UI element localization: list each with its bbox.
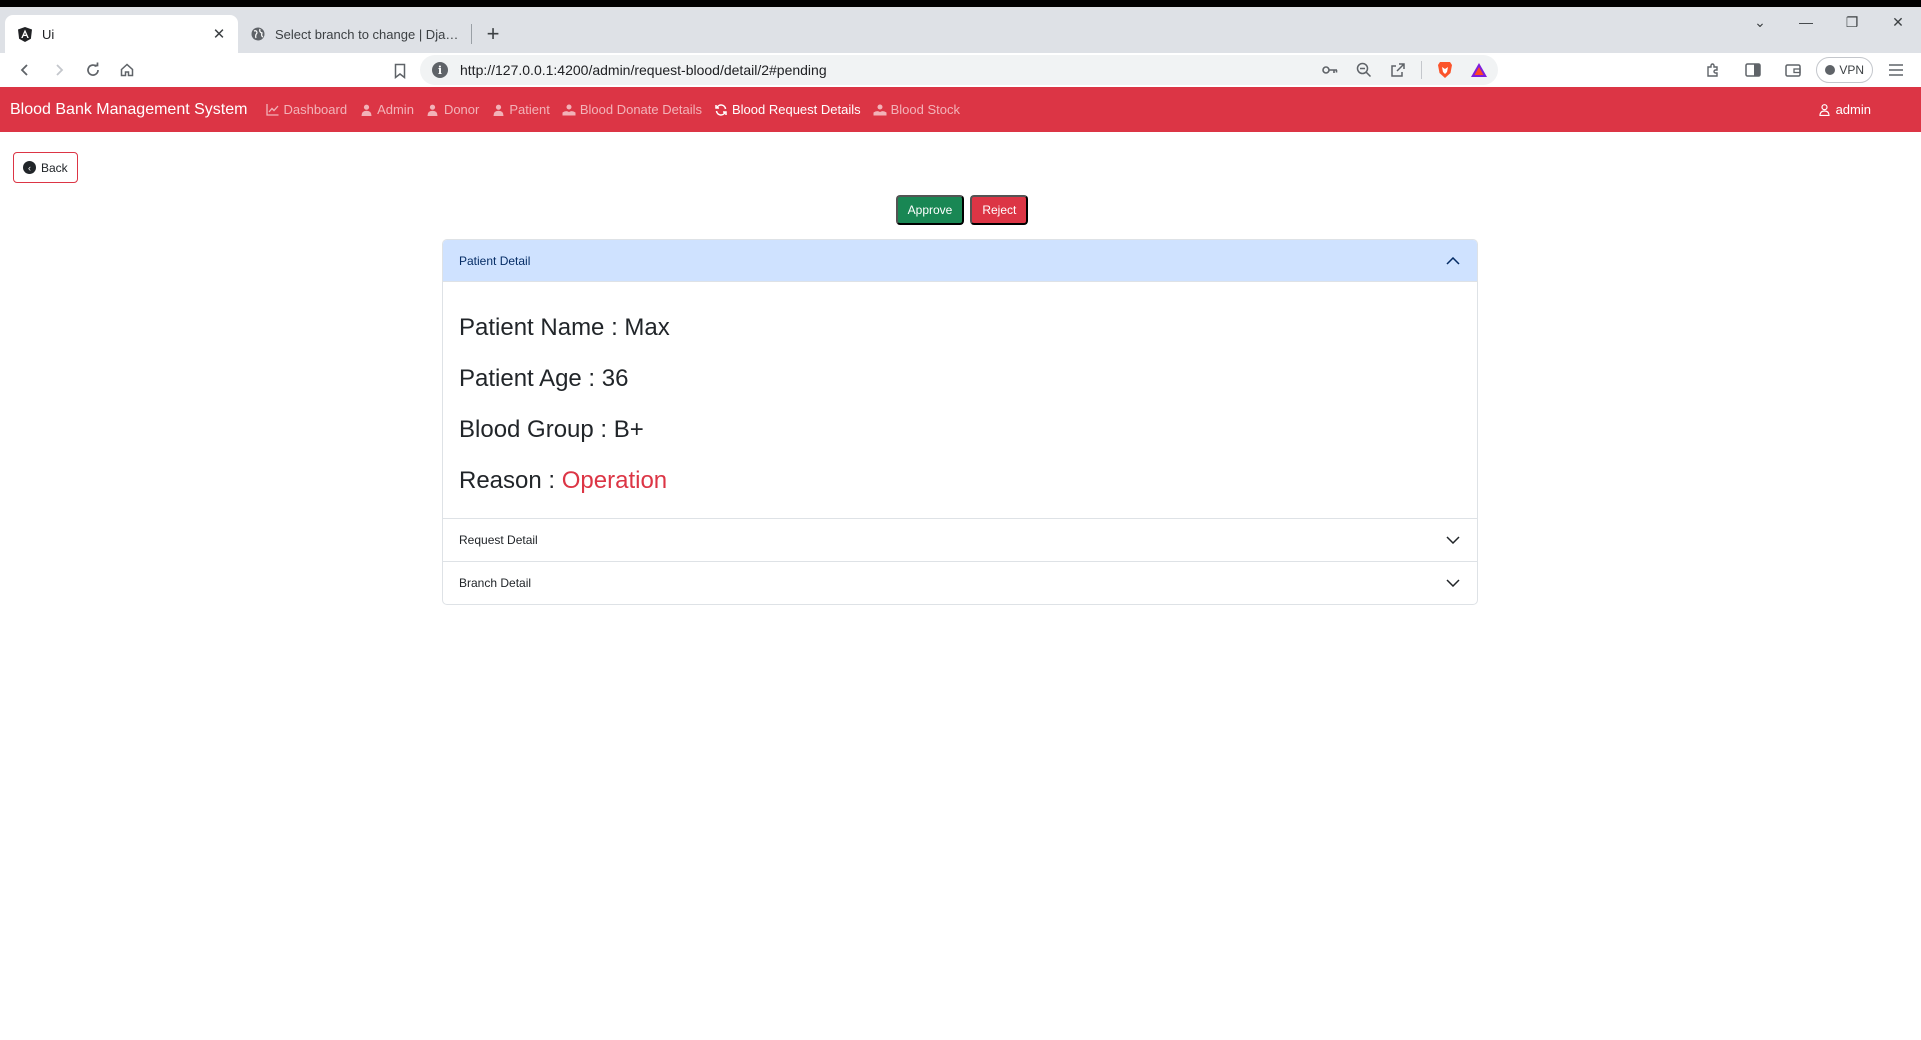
vpn-button[interactable]: VPN [1816, 57, 1873, 83]
extensions-icon[interactable] [1696, 55, 1730, 85]
globe-icon [250, 26, 266, 42]
accordion-item-request: Request Detail [443, 518, 1477, 561]
separator [1421, 61, 1422, 79]
browser-tab[interactable]: Select branch to change | Django site ad… [238, 15, 471, 53]
detail-accordion: Patient Detail Patient Name : Max Patien… [442, 239, 1478, 605]
page-content: ‹ Back Approve Reject Patient Detail Pat… [0, 132, 1921, 1038]
accordion-header-branch[interactable]: Branch Detail [443, 562, 1477, 604]
patient-age-row: Patient Age : 36 [459, 363, 1461, 394]
reason-label: Reason : [459, 467, 562, 494]
chart-line-icon [265, 103, 279, 117]
chevron-up-icon [1445, 253, 1461, 269]
accordion-body-patient: Patient Name : Max Patient Age : 36 Bloo… [443, 282, 1477, 518]
patient-age-value: 36 [601, 365, 629, 392]
nav-link-blood-request-details[interactable]: Blood Request Details [708, 102, 867, 117]
blood-group-value: B+ [613, 416, 644, 443]
tab-divider [471, 24, 472, 44]
nav-link-donor[interactable]: Donor [420, 102, 485, 117]
new-tab-button[interactable]: + [478, 19, 508, 49]
vpn-label: VPN [1839, 63, 1864, 77]
address-bar[interactable]: i http://127.0.0.1:4200/admin/request-bl… [420, 55, 1498, 85]
nav-link-label: Blood Request Details [731, 102, 861, 117]
hand-user-icon [562, 103, 576, 117]
share-icon[interactable] [1387, 59, 1409, 81]
close-window-button[interactable]: ✕ [1875, 7, 1921, 37]
reason-row: Reason : Operation [459, 465, 1461, 496]
user-icon [359, 103, 373, 117]
nav-link-label: Patient [509, 102, 550, 117]
zoom-out-icon[interactable] [1353, 59, 1375, 81]
accordion-header-label: Branch Detail [459, 576, 532, 590]
user-outline-icon [1818, 103, 1832, 117]
minimize-button[interactable]: — [1783, 7, 1829, 37]
tab-search-icon[interactable]: ⌄ [1737, 7, 1783, 37]
approve-button[interactable]: Approve [895, 195, 965, 225]
circle-chevron-left-icon: ‹ [23, 161, 36, 174]
refresh-icon [714, 103, 728, 117]
nav-link-label: Blood Donate Details [579, 102, 702, 117]
nav-link-label: Admin [377, 102, 414, 117]
accordion-header-label: Request Detail [459, 533, 538, 547]
menu-icon[interactable] [1879, 55, 1913, 85]
restore-button[interactable]: ❐ [1829, 7, 1875, 37]
bookmark-icon[interactable] [383, 56, 417, 86]
blood-group-label: Blood Group : [459, 416, 614, 443]
tab-strip: Ui ✕ Select branch to change | Django si… [0, 7, 1921, 53]
forward-arrow-icon[interactable] [42, 55, 76, 85]
site-info-icon[interactable]: i [432, 62, 448, 78]
browser-toolbar: i http://127.0.0.1:4200/admin/request-bl… [0, 53, 1921, 87]
chevron-down-icon [1445, 575, 1461, 591]
nav-link-label: Dashboard [283, 102, 348, 117]
window-controls: ⌄ — ❐ ✕ [1737, 7, 1921, 37]
patient-name-label: Patient Name : [459, 314, 625, 341]
brave-rewards-icon[interactable] [1468, 59, 1490, 81]
accordion-header-request[interactable]: Request Detail [443, 519, 1477, 561]
app-navbar: Blood Bank Management System Dashboard A… [0, 87, 1921, 132]
reason-value: Operation [561, 467, 668, 494]
wallet-icon[interactable] [1776, 55, 1810, 85]
sidebar-icon[interactable] [1736, 55, 1770, 85]
user-icon [426, 103, 440, 117]
key-icon[interactable] [1319, 59, 1341, 81]
accordion-item-patient: Patient Detail Patient Name : Max Patien… [443, 240, 1477, 518]
nav-link-patient[interactable]: Patient [485, 102, 555, 117]
back-button[interactable]: ‹ Back [13, 152, 78, 183]
angular-icon [17, 26, 33, 42]
nav-link-blood-donate-details[interactable]: Blood Donate Details [556, 102, 708, 117]
nav-link-dashboard[interactable]: Dashboard [259, 102, 353, 117]
accordion-item-branch: Branch Detail [443, 561, 1477, 604]
brave-shield-icon[interactable] [1434, 59, 1456, 81]
hand-user-icon [873, 103, 887, 117]
patient-name-value: Max [624, 314, 670, 341]
navbar-brand[interactable]: Blood Bank Management System [10, 101, 247, 119]
browser-tab-active[interactable]: Ui ✕ [5, 15, 238, 53]
window-top-edge [0, 0, 1921, 7]
nav-link-label: Donor [443, 102, 480, 117]
accordion-header-label: Patient Detail [459, 253, 531, 268]
back-arrow-icon[interactable] [8, 55, 42, 85]
back-button-label: Back [41, 160, 68, 175]
blood-group-row: Blood Group : B+ [459, 414, 1461, 445]
nav-user-menu[interactable]: admin [1818, 102, 1871, 117]
vpn-status-icon [1825, 65, 1836, 75]
reload-icon[interactable] [76, 55, 110, 85]
home-icon[interactable] [110, 55, 144, 85]
tab-title: Ui [42, 26, 55, 42]
action-buttons: Approve Reject [0, 195, 1921, 225]
accordion-header-patient[interactable]: Patient Detail [443, 240, 1477, 282]
url-text[interactable]: http://127.0.0.1:4200/admin/request-bloo… [460, 62, 1319, 78]
nav-link-blood-stock[interactable]: Blood Stock [867, 102, 966, 117]
close-icon[interactable]: ✕ [210, 25, 228, 43]
nav-link-admin[interactable]: Admin [353, 102, 420, 117]
nav-user-label: admin [1835, 102, 1871, 117]
reject-button[interactable]: Reject [970, 195, 1029, 225]
user-icon [491, 103, 505, 117]
patient-name-row: Patient Name : Max [459, 312, 1461, 343]
tab-title: Select branch to change | Django site ad… [275, 26, 461, 42]
chevron-down-icon [1445, 532, 1461, 548]
nav-link-label: Blood Stock [890, 102, 960, 117]
patient-age-label: Patient Age : [459, 365, 602, 392]
